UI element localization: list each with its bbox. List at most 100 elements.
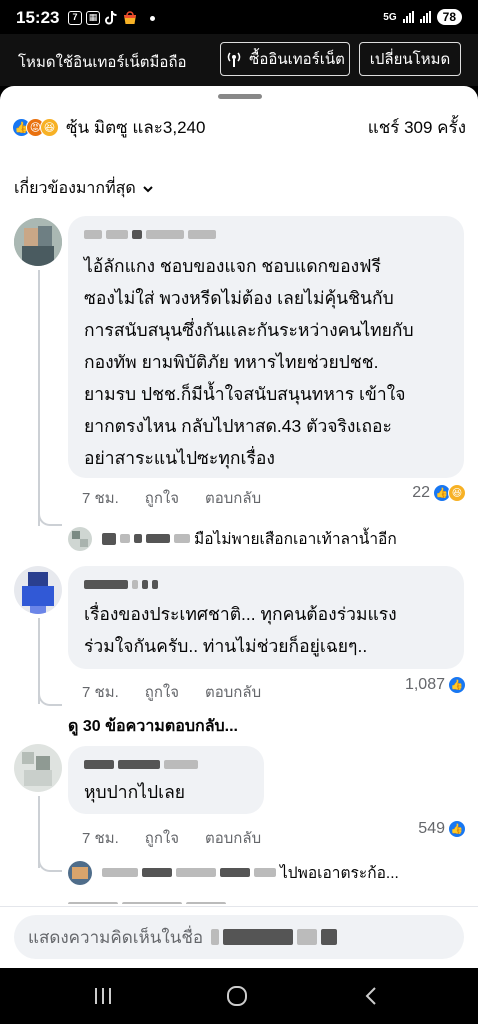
calendar-icon: 7 [68, 11, 82, 25]
antenna-icon [227, 52, 241, 67]
comment-text: หุบปากไปเลย [84, 782, 186, 802]
reactions-text: ซุ้น มิตซู และ3,240 [66, 117, 206, 137]
reaction-count-value: 549 [418, 820, 445, 837]
reply-button[interactable]: ตอบกลับ [205, 680, 261, 704]
avatar[interactable] [14, 566, 62, 614]
system-nav-bar [0, 968, 478, 1024]
back-icon [365, 987, 376, 1005]
comment-composer: แสดงความคิดเห็นในชื่อ [0, 906, 478, 968]
back-button[interactable] [346, 980, 396, 1012]
sort-dropdown[interactable]: เกี่ยวข้องมากที่สุด [14, 176, 154, 201]
system-indicators: 5G 78 [383, 9, 462, 25]
blurred-name [211, 929, 220, 945]
blurred-name [146, 534, 170, 543]
comment-text: เรื่องของประเทศชาติ... ทุกคนต้องร่วมแรง … [84, 604, 397, 656]
commenter-name[interactable] [84, 226, 220, 244]
chevron-down-icon [143, 185, 153, 192]
reaction-count[interactable]: 22 👍 😆 [412, 484, 466, 502]
status-time: 15:23 [16, 8, 60, 27]
partial-reply-row [68, 896, 268, 904]
comment-time: 7 ชม. [82, 490, 119, 507]
drag-handle[interactable] [218, 94, 262, 99]
home-icon [227, 986, 247, 1006]
blurred-name [220, 868, 250, 877]
avatar-image [14, 566, 62, 614]
blurred-name [142, 868, 172, 877]
data-mode-title: โหมดใช้อินเทอร์เน็ตมือถือ [18, 54, 187, 71]
battery-level: 78 [442, 10, 456, 24]
avatar-image [14, 744, 62, 792]
comment-time: 7 ชม. [82, 684, 119, 701]
reaction-count-value: 22 [412, 484, 430, 501]
comment-input-placeholder: แสดงความคิดเห็นในชื่อ [28, 927, 204, 947]
view-replies-link[interactable]: ดู 30 ข้อความตอบกลับ... [68, 714, 238, 739]
reply-preview[interactable]: มือไม่พายเสือกเอาเท้าลาน้ำอีก [68, 526, 397, 551]
signal-icon-2 [419, 11, 431, 23]
thread-connector [38, 506, 62, 526]
avatar[interactable] [14, 218, 62, 266]
notification-icons: 7 ▦ [68, 10, 155, 26]
reaction-count[interactable]: 549 👍 [418, 820, 466, 838]
blurred-name [176, 868, 216, 877]
recents-button[interactable] [78, 980, 128, 1012]
comment-meta: 7 ชม. ถูกใจ ตอบกลับ [82, 486, 261, 510]
haha-icon: 😆 [448, 484, 466, 502]
buy-internet-button[interactable]: ซื้ออินเทอร์เน็ต [220, 42, 350, 76]
commenter-name[interactable] [84, 576, 162, 594]
like-button[interactable]: ถูกใจ [145, 486, 179, 510]
blurred-name [297, 929, 318, 945]
blurred-name [134, 534, 142, 543]
reply-avatar [68, 860, 92, 885]
commenter-name[interactable] [84, 756, 202, 774]
blurred-name [174, 534, 190, 543]
reply-preview-text: มือไม่พายเสือกเอาเท้าลาน้ำอีก [194, 531, 397, 548]
thread-connector [38, 686, 62, 706]
like-button[interactable]: ถูกใจ [145, 680, 179, 704]
network-type: 5G [383, 11, 397, 23]
avatar[interactable] [14, 744, 62, 792]
blurred-name [223, 929, 294, 945]
comment-bubble[interactable]: ไอ้ลักแกง ชอบของแจก ชอบแดกของฟรี ซองไม่ใ… [68, 216, 464, 478]
more-notifications-dot [150, 15, 155, 21]
reaction-count[interactable]: 1,087 👍 [405, 676, 466, 694]
shopee-icon [124, 11, 136, 24]
comment-meta: 7 ชม. ถูกใจ ตอบกลับ [82, 826, 261, 850]
buy-internet-label: ซื้ออินเทอร์เน็ต [249, 51, 345, 68]
home-button[interactable] [212, 980, 262, 1012]
reply-button[interactable]: ตอบกลับ [205, 826, 261, 850]
avatar-image [14, 218, 62, 266]
reply-preview[interactable]: ไปพอเอาตระก้อ... [68, 860, 399, 885]
reaction-count-value: 1,087 [404, 676, 445, 693]
reactions-summary[interactable]: 👍 😡 😆 ซุ้น มิตซู และ3,240 แชร์ 309 ครั้ง [12, 116, 466, 138]
data-mode-bar: โหมดใช้อินเทอร์เน็ตมือถือ ซื้ออินเทอร์เน… [0, 34, 478, 86]
like-icon: 👍 [448, 676, 466, 694]
sort-label: เกี่ยวข้องมากที่สุด [14, 180, 136, 197]
comment-bubble[interactable]: หุบปากไปเลย [68, 746, 264, 814]
comment-text: ไอ้ลักแกง ชอบของแจก ชอบแดกของฟรี ซองไม่ใ… [84, 256, 414, 468]
reply-button[interactable]: ตอบกลับ [205, 486, 261, 510]
haha-icon: 😆 [40, 117, 59, 137]
reply-preview-text: ไปพอเอาตระก้อ... [280, 865, 399, 882]
comments-sheet: 👍 😡 😆 ซุ้น มิตซู และ3,240 แชร์ 309 ครั้ง… [0, 86, 478, 968]
status-bar: 15:23 7 ▦ 5G 78 [0, 0, 478, 34]
comment-meta: 7 ชม. ถูกใจ ตอบกลับ [82, 680, 261, 704]
blurred-name [102, 532, 116, 545]
blurred-name [254, 868, 276, 877]
reply-avatar [68, 526, 92, 551]
comment-time: 7 ชม. [82, 830, 119, 847]
recents-icon [95, 988, 111, 1004]
signal-icon [402, 11, 414, 23]
like-icon: 👍 [448, 820, 466, 838]
switch-mode-button[interactable]: เปลี่ยนโหมด [359, 42, 461, 76]
comment-bubble[interactable]: เรื่องของประเทศชาติ... ทุกคนต้องร่วมแรง … [68, 566, 464, 669]
tiktok-icon [105, 10, 117, 25]
battery-indicator: 78 [436, 9, 462, 25]
thread-line [38, 270, 40, 526]
blurred-name [102, 868, 138, 877]
comment-input[interactable]: แสดงความคิดเห็นในชื่อ [14, 915, 464, 959]
like-button[interactable]: ถูกใจ [145, 826, 179, 850]
switch-mode-label: เปลี่ยนโหมด [369, 51, 451, 68]
shares-text[interactable]: แชร์ 309 ครั้ง [368, 114, 466, 141]
grid-icon: ▦ [86, 11, 100, 25]
blurred-name [120, 534, 130, 543]
